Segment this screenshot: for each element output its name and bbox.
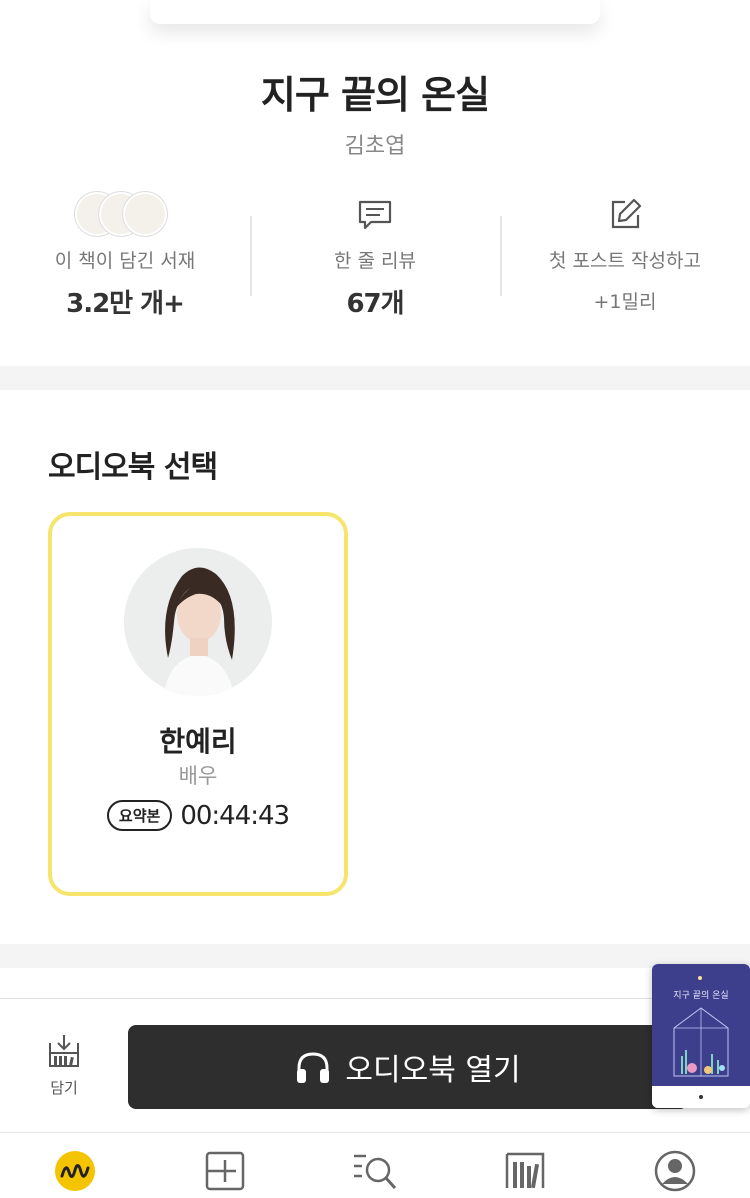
duration-row: 요약본 00:44:43 [52, 800, 344, 831]
tab-profile[interactable] [651, 1147, 699, 1195]
book-title: 지구 끝의 온실 [260, 73, 490, 117]
reviews-stat[interactable]: 한 줄 리뷰 67개 [250, 190, 500, 320]
library-icon [505, 1152, 545, 1189]
mini-cover-title: 지구 끝의 온실 [673, 990, 728, 1001]
shelves-stat[interactable]: 이 책이 담긴 서재 3.2만 개+ [0, 190, 250, 320]
download-shelf-icon [49, 1035, 79, 1067]
tab-library[interactable] [501, 1147, 549, 1195]
mini-book-cover[interactable]: 지구 끝의 온실 [652, 964, 750, 1108]
audiobook-section-title: 오디오북 선택 [48, 450, 218, 485]
section-divider [0, 944, 750, 968]
action-bar: 담기 오디오북 열기 [0, 998, 750, 1132]
reviews-count: 67개 [346, 289, 404, 319]
shelf-avatars [75, 190, 175, 240]
save-to-library-button[interactable]: 담기 [34, 1033, 94, 1103]
narrator-role: 배우 [178, 764, 218, 788]
headphones-icon [297, 1052, 330, 1083]
shelves-count: 3.2만 개+ [66, 289, 185, 319]
summary-badge: 요약본 [106, 800, 173, 831]
narrator-photo [124, 548, 272, 696]
write-post-reward: +1밀리 [593, 291, 657, 313]
add-icon [205, 1151, 245, 1191]
open-audiobook-button[interactable]: 오디오북 열기 [128, 1025, 688, 1109]
tab-search[interactable] [351, 1147, 399, 1195]
book-cover-bottom-edge [150, 0, 600, 24]
avatar [123, 192, 167, 236]
today-icon [55, 1151, 95, 1191]
reviews-label: 한 줄 리뷰 [334, 250, 416, 272]
shelves-label: 이 책이 담긴 서재 [54, 250, 196, 272]
book-author[interactable]: 김초엽 [0, 128, 750, 160]
save-label: 담기 [50, 1079, 78, 1097]
audiobook-duration: 00:44:43 [180, 800, 290, 831]
section-divider [0, 366, 750, 390]
narrator-name: 한예리 [159, 725, 237, 758]
open-audiobook-label: 오디오북 열기 [345, 1053, 521, 1088]
write-post-label: 첫 포스트 작성하고 [549, 250, 701, 272]
tab-today[interactable] [51, 1147, 99, 1195]
book-stats: 이 책이 담긴 서재 3.2만 개+ 한 줄 리뷰 67개 첫 포스트 작성하고… [0, 190, 750, 320]
edit-icon [500, 190, 750, 240]
profile-icon [654, 1150, 696, 1192]
bottom-tab-bar [0, 1132, 750, 1198]
narrator-card[interactable]: 한예리 배우 요약본 00:44:43 [48, 512, 348, 896]
search-icon [354, 1154, 397, 1190]
tab-add[interactable] [201, 1147, 249, 1195]
write-post-stat[interactable]: 첫 포스트 작성하고 +1밀리 [500, 190, 750, 314]
comment-icon [250, 190, 500, 240]
